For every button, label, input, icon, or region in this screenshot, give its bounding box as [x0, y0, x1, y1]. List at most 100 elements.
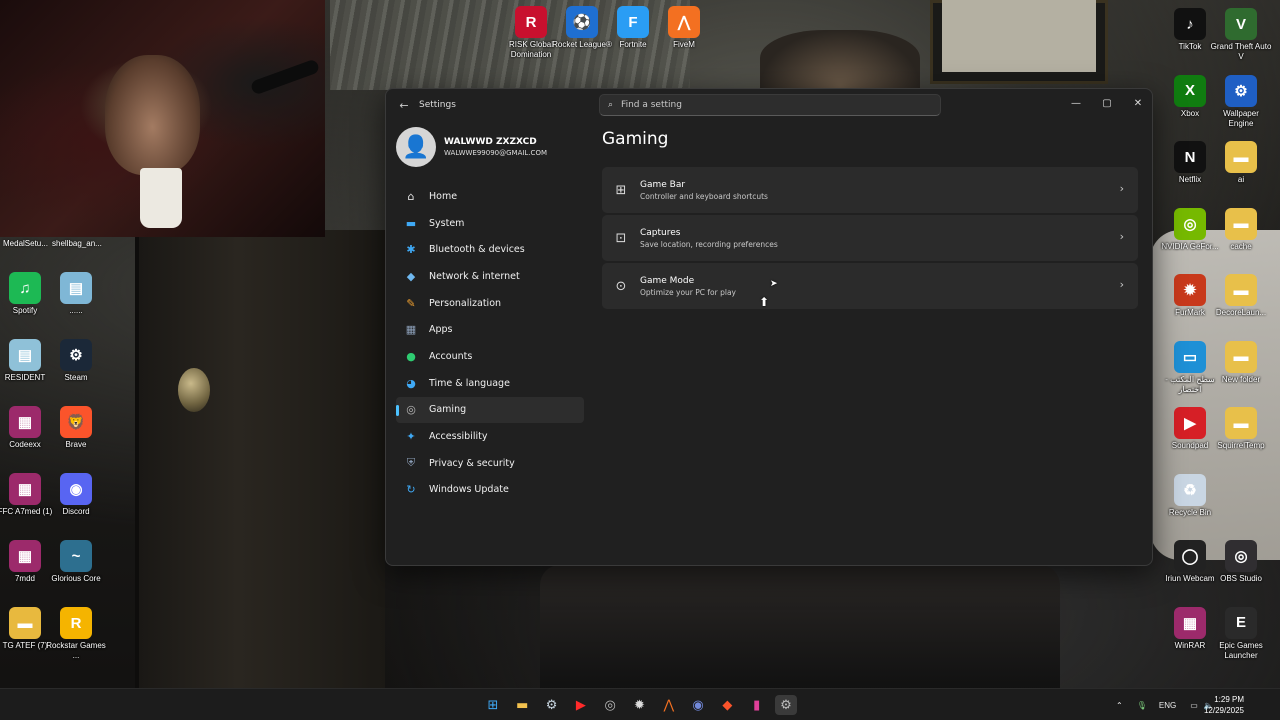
- sidebar-item-network-internet[interactable]: ◆ Network & internet: [396, 263, 584, 290]
- desktop-shortcut[interactable]: ▬ SquirrelTemp: [1210, 407, 1272, 451]
- sidebar-item-label: Gaming: [429, 404, 467, 416]
- system-tray: ⌃ 🎙 ENG ▭ 🔈: [1116, 689, 1214, 720]
- desktop-shortcut[interactable]: ▬ New folder: [1210, 340, 1272, 385]
- risk-icon: R: [515, 6, 547, 38]
- user-profile[interactable]: 👤 WALWWD ZXZXCD WALWWE99090@GMAIL.COM: [396, 127, 547, 167]
- gta-icon: V: [1225, 8, 1257, 40]
- desktop-shortcut-label: cache: [1230, 241, 1252, 251]
- settings-icon[interactable]: ⚙: [775, 695, 797, 715]
- settings-card-captures[interactable]: ⊡ Captures Save location, recording prefer…: [602, 215, 1138, 261]
- youtube-icon[interactable]: ▶: [570, 695, 592, 715]
- desktop-shortcut[interactable]: ♻ Recycle Bin: [1159, 473, 1221, 518]
- update-icon: ↻: [406, 483, 416, 497]
- brave-icon: 🦁: [60, 406, 92, 438]
- settings-gear-icon[interactable]: ✹: [629, 695, 651, 715]
- desktop-shortcut[interactable]: ~ Glorious Core: [45, 540, 107, 584]
- desktop-shortcut-label: Epic Games Launcher: [1219, 640, 1263, 660]
- windows-start-icon[interactable]: ⊞: [482, 695, 504, 715]
- webcam-cup: [140, 168, 182, 228]
- close-button[interactable]: ✕: [1123, 93, 1152, 113]
- taskbar: ⊞ ▬ ⚙ ▶ ◎ ✹ ⋀ ◉ ◆ ▮ ⚙ ⌃ 🎙 ENG ▭ 🔈 1:29 PM 12/29/20…: [0, 688, 1280, 720]
- card-title: Captures: [640, 227, 681, 238]
- rocket-league-icon: ⚽: [566, 6, 598, 38]
- sidebar-item-apps[interactable]: ▦ Apps: [396, 316, 584, 343]
- desktop-shortcut[interactable]: ⚙ Steam: [45, 339, 107, 383]
- desktop-label: shellbag_an...: [52, 239, 102, 248]
- glorious-icon: ~: [60, 540, 92, 572]
- settings-card-game-mode[interactable]: ⊙ Game Mode Optimize your PC for play ›: [602, 263, 1138, 309]
- desktop-shortcut[interactable]: ◉ Discord: [45, 473, 107, 517]
- settings-window: ← Settings ⌕ — ▢ ✕ 👤 WALWWD ZXZXCD WALWW…: [385, 88, 1153, 566]
- clock-date: 12/29/2025: [1203, 706, 1244, 715]
- brave-icon[interactable]: ◆: [716, 695, 738, 715]
- desktop-shortcut[interactable]: ▤......: [45, 272, 107, 316]
- search-input[interactable]: [621, 100, 922, 110]
- search-icon: ⌕: [608, 100, 614, 110]
- desktop-shortcut[interactable]: ▬ DecoreLaun...: [1210, 274, 1272, 318]
- network-icon[interactable]: ▭: [1190, 701, 1198, 710]
- user-email: WALWWE99090@GMAIL.COM: [444, 149, 547, 157]
- desktop-shortcut[interactable]: E Epic Games Launcher: [1210, 606, 1272, 661]
- sidebar-item-bluetooth-devices[interactable]: ✱ Bluetooth & devices: [396, 236, 584, 263]
- sidebar-item-label: Time & language: [429, 377, 510, 389]
- webcam-person: [105, 55, 200, 175]
- clock[interactable]: 1:29 PM 12/29/2025: [1204, 694, 1244, 716]
- sidebar-item-time-language[interactable]: ◕ Time & language: [396, 370, 584, 397]
- file-explorer-icon[interactable]: ▬: [511, 695, 533, 715]
- desktop-shortcut-label: Rockstar Games ...: [46, 641, 106, 660]
- search-box[interactable]: ⌕: [599, 94, 941, 116]
- microphone-icon[interactable]: 🎙: [1137, 701, 1147, 710]
- maximize-button[interactable]: ▢: [1092, 93, 1122, 113]
- title-bar: ← Settings ⌕ — ▢ ✕: [386, 89, 1152, 121]
- tiktok-icon: ♪: [1174, 8, 1206, 40]
- sidebar-item-windows-update[interactable]: ↻ Windows Update: [396, 477, 584, 504]
- apps-icon: ▦: [405, 323, 417, 337]
- discord-icon[interactable]: ◉: [687, 695, 709, 715]
- card-subtitle: Save location, recording preferences: [640, 239, 778, 249]
- sidebar-item-label: Home: [429, 190, 458, 202]
- steam-icon[interactable]: ⚙: [541, 695, 563, 715]
- folder-icon: ▬: [1225, 340, 1257, 373]
- desktop-shortcut[interactable]: ▬ ai: [1210, 141, 1272, 185]
- sidebar-item-privacy-security[interactable]: ⛨ Privacy & security: [396, 450, 584, 477]
- background-certificate: [942, 0, 1096, 72]
- desktop-shortcut-label: Wallpaper Engine: [1223, 108, 1259, 128]
- desktop-shortcut-label: ai: [1237, 175, 1245, 184]
- desktop-shortcut-label: Recycle Bin: [1168, 507, 1212, 517]
- language-indicator[interactable]: ENG: [1159, 701, 1176, 710]
- card-title: Game Mode: [640, 275, 695, 286]
- desktop-shortcut[interactable]: R Rockstar Games ...: [45, 607, 107, 661]
- settings-card-game-bar[interactable]: ⊞ Game Bar Controller and keyboard shortcu…: [602, 167, 1138, 213]
- sidebar-item-label: Accessibility: [429, 431, 488, 443]
- back-arrow-icon[interactable]: ←: [394, 95, 414, 115]
- minimize-button[interactable]: —: [1061, 93, 1091, 113]
- sidebar-item-home[interactable]: ⌂ Home: [396, 183, 584, 210]
- sidebar-item-gaming[interactable]: ◎ Gaming: [396, 396, 584, 424]
- chevron-right-icon: ›: [1119, 182, 1124, 195]
- sidebar-nav: ⌂ Home ▬ System ✱ Bluetooth & devices ◆ Network…: [396, 183, 584, 503]
- captures-icon: ⊡: [615, 230, 627, 246]
- chrome-icon[interactable]: ◎: [599, 695, 621, 715]
- desktop-shortcut[interactable]: 🦁 Brave: [45, 406, 107, 450]
- sidebar-item-accounts[interactable]: ● Accounts: [396, 343, 584, 370]
- chevron-up-icon[interactable]: ⌃: [1116, 701, 1123, 710]
- desktop-shortcut[interactable]: ◎ OBS Studio: [1210, 540, 1272, 584]
- desktop-shortcut[interactable]: ⋀ FiveM: [653, 6, 715, 50]
- file-icon: ▤: [60, 272, 92, 304]
- folder-icon: ▬: [1225, 141, 1257, 173]
- sidebar-item-label: Accounts: [429, 350, 473, 362]
- app-icon[interactable]: ▮: [746, 695, 768, 715]
- fivem-icon[interactable]: ⋀: [658, 695, 680, 715]
- folder-icon: ▬: [9, 607, 41, 639]
- sidebar-item-personalization[interactable]: ✎ Personalization: [396, 290, 584, 317]
- network-icon: ◆: [406, 269, 416, 283]
- desktop-shortcut-icon: ▭: [1174, 340, 1206, 373]
- sidebar-item-accessibility[interactable]: ✦ Accessibility: [396, 423, 584, 450]
- card-subtitle: Optimize your PC for play: [640, 287, 736, 297]
- desktop-label: MedalSetu...: [3, 239, 48, 248]
- desktop-shortcut[interactable]: V Grand Theft Auto V: [1210, 8, 1272, 62]
- desktop-shortcut[interactable]: ▬ cache: [1210, 207, 1272, 252]
- desktop-shortcut[interactable]: ⚙ Wallpaper Engine: [1210, 74, 1272, 129]
- system-icon: ▬: [405, 216, 417, 230]
- sidebar-item-system[interactable]: ▬ System: [396, 210, 584, 237]
